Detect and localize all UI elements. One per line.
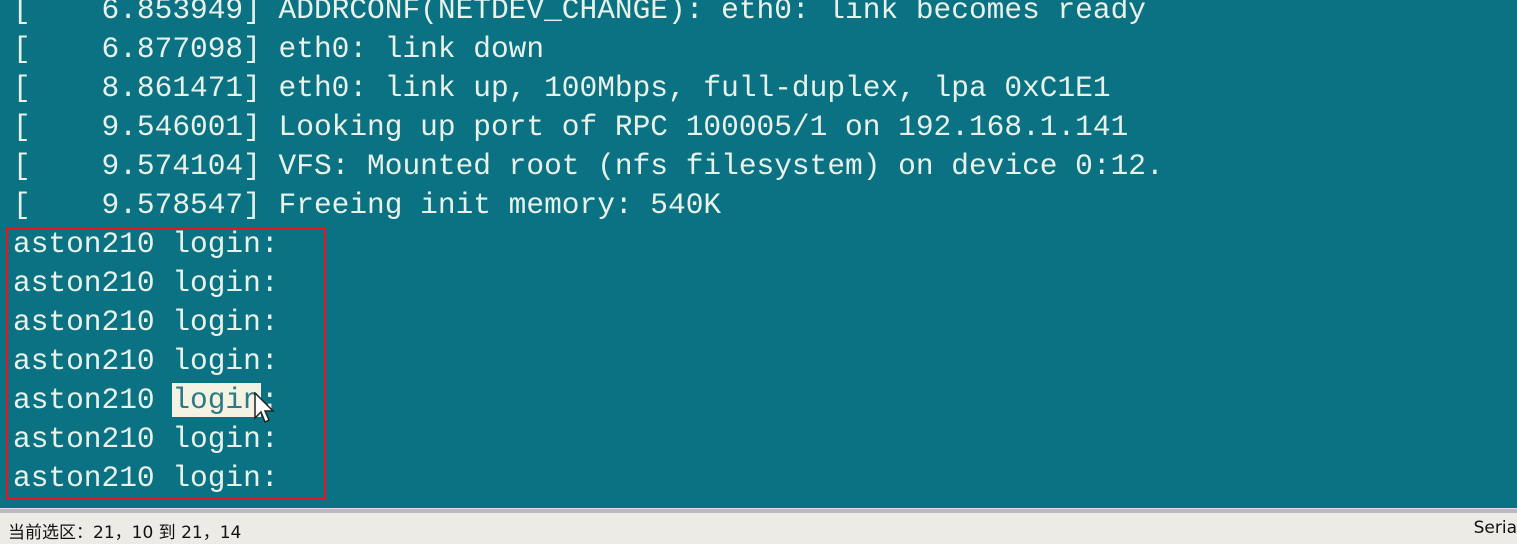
log-line: [ 9.574104] VFS: Mounted root (nfs files… [13, 149, 1164, 183]
mouse-pointer-icon [254, 392, 275, 424]
terminal-output[interactable]: [ 6.853949] ADDRCONF(NETDEV_CHANGE): eth… [0, 0, 1517, 508]
log-line: [ 9.546001] Looking up port of RPC 10000… [13, 110, 1129, 144]
log-line: [ 9.578547] Freeing init memory: 540K [13, 188, 722, 222]
log-line: [ 8.861471] eth0: link up, 100Mbps, full… [13, 71, 1111, 105]
status-bar: 当前选区：21，10 到 21，14 Seria [0, 513, 1517, 544]
selection-status: 当前选区：21，10 到 21，14 [8, 523, 242, 543]
connection-type: Seria [1473, 518, 1517, 538]
log-line: [ 6.877098] eth0: link down [13, 32, 545, 66]
log-line: [ 6.853949] ADDRCONF(NETDEV_CHANGE): eth… [13, 0, 1146, 27]
highlight-box [6, 227, 326, 499]
